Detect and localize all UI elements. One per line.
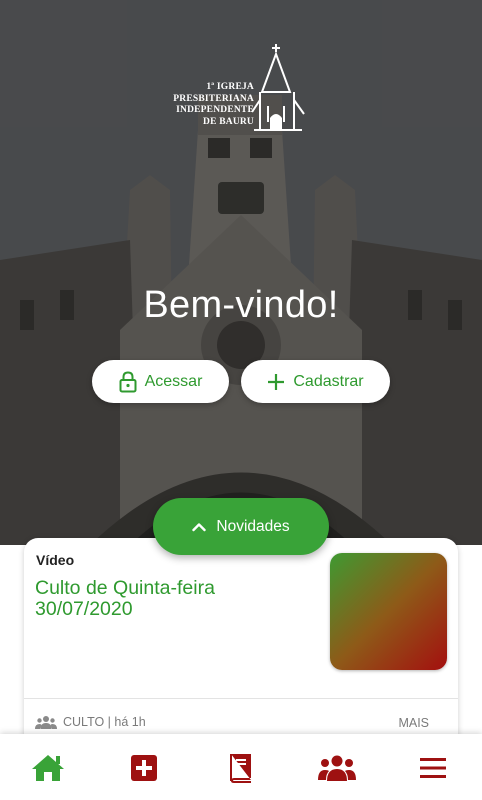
group-icon <box>318 755 356 781</box>
logo-line-3: INDEPENDENTE <box>176 105 254 115</box>
medical-cross-icon <box>131 755 157 781</box>
nav-menu[interactable] <box>413 751 453 785</box>
logo-line-1: 1ª IGREJA <box>206 82 254 92</box>
logo-line-4: DE BAURU <box>203 116 254 127</box>
news-thumbnail[interactable] <box>330 553 447 670</box>
access-label: Acessar <box>144 372 203 390</box>
access-button[interactable]: Acessar <box>92 360 229 403</box>
chevron-up-icon <box>192 522 207 531</box>
church-logo: 1ª IGREJA PRESBITERIANA INDEPENDENTE DE … <box>170 42 310 137</box>
bottom-navigation <box>0 734 482 800</box>
home-icon <box>32 755 64 781</box>
logo-line-2: PRESBITERIANA <box>173 93 254 104</box>
nav-home[interactable] <box>28 751 68 785</box>
news-meta: CULTO | há 1h <box>35 715 146 729</box>
lock-icon <box>119 370 137 392</box>
users-icon <box>35 716 57 729</box>
news-title: Culto de Quinta-feira 30/07/2020 <box>35 577 215 620</box>
nav-bible[interactable] <box>221 751 261 785</box>
logo-text: 1ª IGREJA PRESBITERIANA INDEPENDENTE DE … <box>170 82 254 128</box>
hero-background: 1ª IGREJA PRESBITERIANA INDEPENDENTE DE … <box>0 0 482 545</box>
register-button[interactable]: Cadastrar <box>241 360 390 403</box>
bible-icon <box>230 754 251 783</box>
welcome-title: Bem-vindo! <box>143 284 339 326</box>
news-divider <box>24 698 458 699</box>
news-meta-text: CULTO | há 1h <box>63 715 146 729</box>
nav-health[interactable] <box>124 751 164 785</box>
news-type: Vídeo <box>36 552 75 568</box>
news-more-link[interactable]: MAIS <box>398 716 429 730</box>
menu-icon <box>420 758 446 778</box>
news-toggle-button[interactable]: Novidades <box>153 498 329 555</box>
register-label: Cadastrar <box>293 372 364 390</box>
plus-icon <box>268 373 285 390</box>
church-tower-icon <box>251 44 305 131</box>
nav-groups[interactable] <box>317 751 357 785</box>
news-toggle-label: Novidades <box>216 517 290 535</box>
